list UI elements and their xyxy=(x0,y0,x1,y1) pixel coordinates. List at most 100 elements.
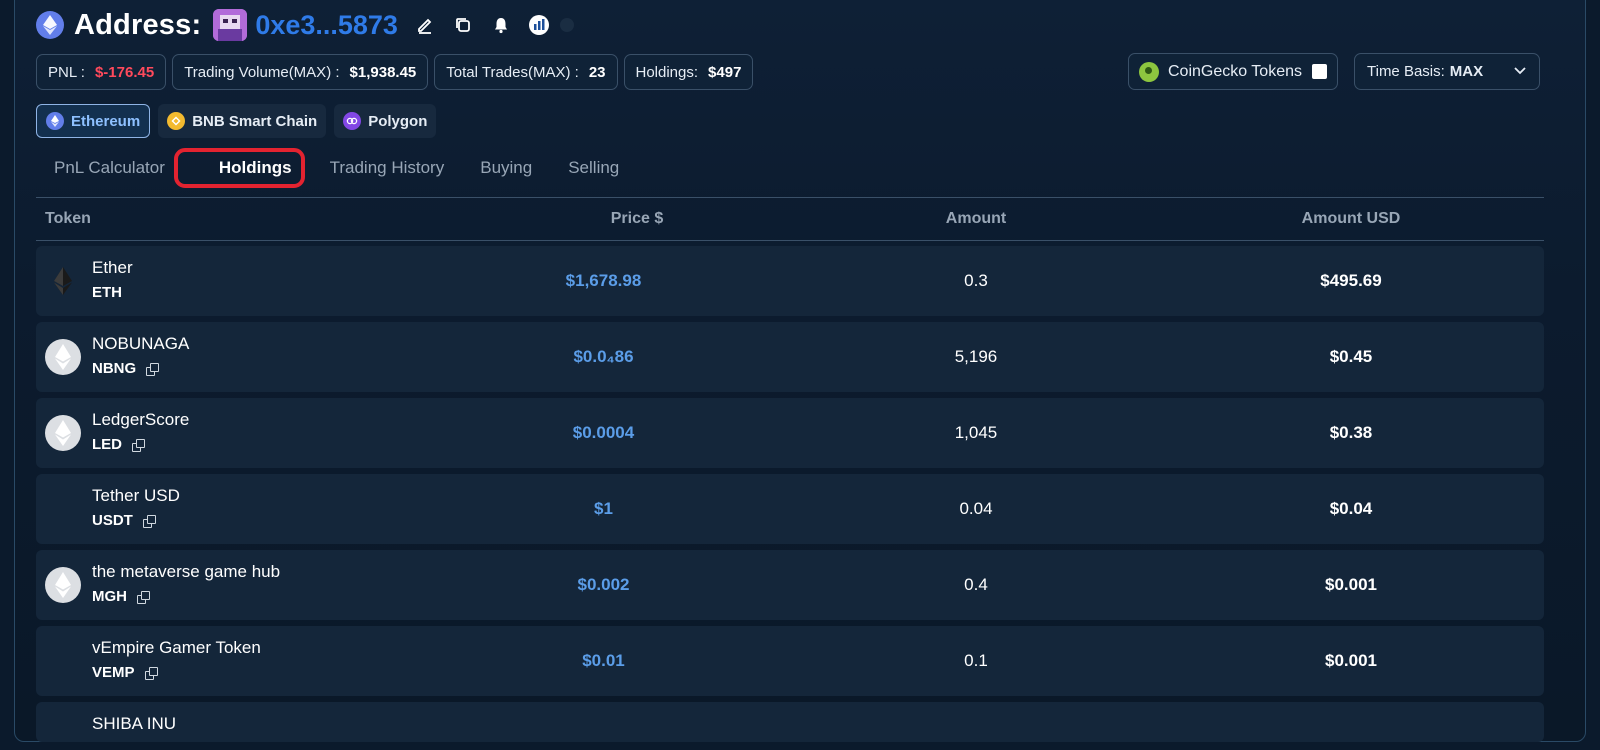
copy-address-icon[interactable] xyxy=(146,362,160,376)
token-amount-usd: $495.69 xyxy=(1320,271,1382,290)
token-name: NOBUNAGA xyxy=(92,334,190,353)
copy-address-icon[interactable] xyxy=(132,438,145,452)
ethereum-logo-icon xyxy=(36,11,64,39)
token-price: $1,678.98 xyxy=(565,271,642,290)
bell-icon[interactable] xyxy=(490,14,512,36)
chevron-down-icon xyxy=(1513,63,1527,80)
token-name: LedgerScore xyxy=(92,410,190,429)
token-symbol: MGH xyxy=(92,588,150,605)
bnb-icon xyxy=(167,112,186,130)
token-price: $1 xyxy=(594,499,613,518)
token-symbol-text: MGH xyxy=(92,588,127,605)
volume-stat: Trading Volume(MAX) : $1,938.45 xyxy=(172,54,429,90)
chain-polygon[interactable]: Polygon xyxy=(334,104,437,138)
coingecko-tokens-toggle[interactable]: CoinGecko Tokens xyxy=(1128,53,1338,90)
ethereum-diamond-icon xyxy=(45,263,81,299)
coingecko-checkbox[interactable] xyxy=(1312,64,1327,79)
token-price: $0.0₄86 xyxy=(573,347,634,366)
chain-ethereum[interactable]: Ethereum xyxy=(36,104,151,138)
token-price: $0.0004 xyxy=(572,423,635,442)
trades-stat: Total Trades(MAX) : 23 xyxy=(434,54,618,90)
coingecko-label: CoinGecko Tokens xyxy=(1168,62,1302,80)
pnl-stat: PNL : $-176.45 xyxy=(36,54,167,90)
column-token: Token xyxy=(45,210,91,227)
token-name: SHIBA INU xyxy=(92,714,177,733)
table-row[interactable]: the metaverse game hub MGH $0.002 0.4 $0… xyxy=(36,550,1544,620)
chain-bnb-smart-chain[interactable]: BNB Smart Chain xyxy=(158,104,327,138)
token-price: $0.01 xyxy=(582,651,625,670)
token-symbol-text: LED xyxy=(92,436,122,453)
token-amount-usd: $0.001 xyxy=(1325,575,1377,594)
coingecko-logo-icon xyxy=(1139,61,1159,82)
avatar xyxy=(213,9,248,41)
token-amount: 0.3 xyxy=(964,271,988,290)
polygon-icon xyxy=(343,112,362,130)
chart-logo-icon[interactable] xyxy=(528,14,550,36)
copy-address-icon[interactable] xyxy=(137,590,150,604)
volume-label: Trading Volume(MAX) : xyxy=(184,63,340,81)
token-symbol: USDT xyxy=(92,512,156,529)
column-amount-usd: Amount USD xyxy=(1301,210,1401,227)
placeholder-eth-icon xyxy=(45,567,81,603)
chain-label: Ethereum xyxy=(71,112,141,130)
token-amount-usd: $0.001 xyxy=(1325,651,1377,670)
tab-holdings[interactable]: Holdings xyxy=(183,158,312,178)
token-symbol: VEMP xyxy=(92,664,158,681)
table-row[interactable]: LedgerScore LED $0.0004 1,045 $0.38 xyxy=(36,398,1544,468)
tab-selling[interactable]: Selling xyxy=(550,158,637,178)
wallet-address[interactable]: 0xe3...5873 xyxy=(255,10,398,41)
trades-label: Total Trades(MAX) : xyxy=(446,63,579,81)
tab-buying[interactable]: Buying xyxy=(462,158,550,178)
table-row[interactable]: SHIBA INU xyxy=(36,702,1544,742)
status-dot-icon xyxy=(559,18,574,32)
tab-bar: PnL Calculator Holdings Trading History … xyxy=(36,150,637,186)
token-amount: 0.4 xyxy=(964,575,988,594)
time-basis-select[interactable]: Time Basis: MAX xyxy=(1354,53,1540,90)
holdings-table: Ether ETH $1,678.98 0.3 $495.69 NOBUNAGA… xyxy=(36,246,1544,748)
table-row[interactable]: NOBUNAGA NBNG $0.0₄86 5,196 $0.45 xyxy=(36,322,1544,392)
token-amount-usd: $0.38 xyxy=(1329,423,1373,442)
chain-selector: Ethereum BNB Smart Chain Polygon xyxy=(36,104,437,138)
token-name: Tether USD xyxy=(92,486,180,505)
pnl-value: $-176.45 xyxy=(94,63,155,81)
trades-value: 23 xyxy=(588,63,606,81)
token-symbol-text: USDT xyxy=(92,512,133,529)
tab-trading-history[interactable]: Trading History xyxy=(312,158,463,178)
token-symbol: LED xyxy=(92,436,145,453)
chain-label: Polygon xyxy=(368,112,428,130)
holdings-label: Holdings: xyxy=(635,63,699,81)
holdings-stat: Holdings: $497 xyxy=(623,54,754,90)
time-basis-label: Time Basis: xyxy=(1367,63,1445,80)
token-amount: 1,045 xyxy=(954,423,998,442)
token-amount-usd: $0.04 xyxy=(1329,499,1373,518)
page-title: Address: xyxy=(74,8,202,41)
token-symbol-text: NBNG xyxy=(92,360,137,377)
edit-icon[interactable] xyxy=(414,14,436,36)
address-header: Address: 0xe3...5873 xyxy=(36,8,574,42)
token-amount-usd: $0.45 xyxy=(1329,347,1373,366)
tab-pnl-calculator[interactable]: PnL Calculator xyxy=(36,158,183,178)
token-amount: 0.04 xyxy=(959,499,993,518)
pnl-label: PNL : xyxy=(48,63,85,81)
copy-icon[interactable] xyxy=(452,14,474,36)
token-name: vEmpire Gamer Token xyxy=(92,638,261,657)
chain-label: BNB Smart Chain xyxy=(192,112,318,130)
token-amount: 0.1 xyxy=(964,651,988,670)
table-row[interactable]: vEmpire Gamer Token VEMP $0.01 0.1 $0.00… xyxy=(36,626,1544,696)
table-row[interactable]: Ether ETH $1,678.98 0.3 $495.69 xyxy=(36,246,1544,316)
token-name: the metaverse game hub xyxy=(92,562,281,581)
token-symbol: NBNG xyxy=(92,360,160,377)
token-price: $0.002 xyxy=(577,575,630,594)
column-price: Price $ xyxy=(610,210,664,227)
ethereum-icon xyxy=(46,112,64,130)
table-row[interactable]: Tether USD USDT $1 0.04 $0.04 xyxy=(36,474,1544,544)
stats-bar: PNL : $-176.45 Trading Volume(MAX) : $1,… xyxy=(36,54,754,90)
column-amount: Amount xyxy=(945,210,1007,227)
token-amount: 5,196 xyxy=(954,347,998,366)
placeholder-eth-icon xyxy=(45,415,81,451)
placeholder-eth-icon xyxy=(45,339,81,375)
table-header: Token Price $ Amount Amount USD xyxy=(36,197,1544,241)
copy-address-icon[interactable] xyxy=(142,514,156,528)
copy-address-icon[interactable] xyxy=(144,666,158,680)
token-symbol: ETH xyxy=(92,284,122,301)
